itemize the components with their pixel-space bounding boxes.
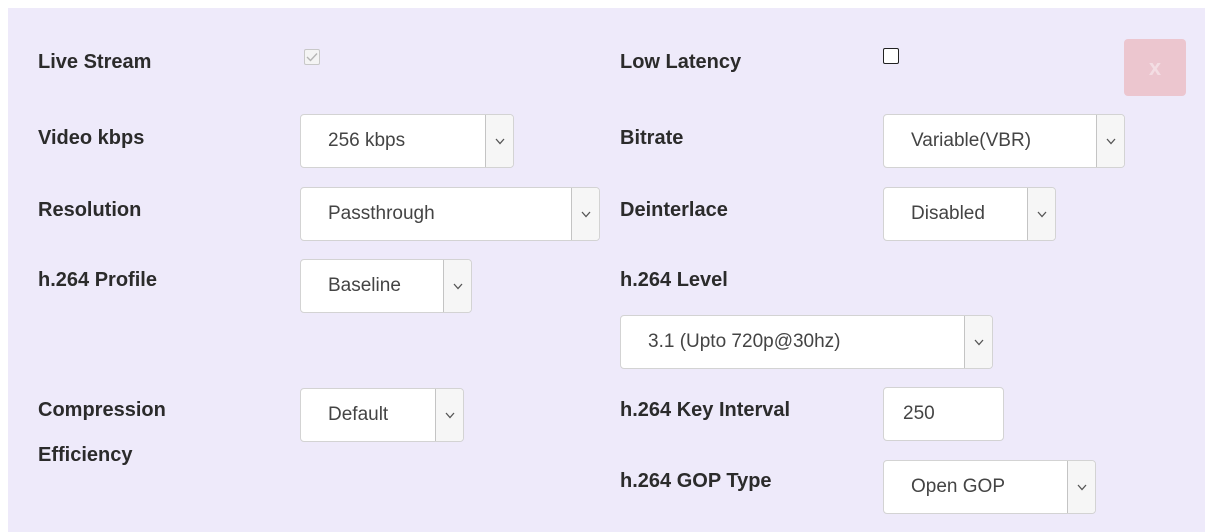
gop-type-select[interactable]: Open GOP: [883, 460, 1096, 514]
key-interval-input[interactable]: 250: [883, 387, 1004, 441]
settings-panel: [8, 8, 1205, 532]
compression-label-line2: Efficiency: [38, 444, 133, 466]
gop-type-label: h.264 GOP Type: [620, 470, 772, 492]
chevron-down-icon: [1067, 461, 1095, 513]
low-latency-checkbox[interactable]: [883, 48, 899, 64]
chevron-down-icon: [571, 188, 599, 240]
live-stream-checkbox[interactable]: [304, 49, 320, 65]
deinterlace-select[interactable]: Disabled: [883, 187, 1056, 241]
chevron-down-icon: [485, 115, 513, 167]
bitrate-select[interactable]: Variable(VBR): [883, 114, 1125, 168]
video-kbps-value: 256 kbps: [328, 130, 406, 151]
h264-profile-select[interactable]: Baseline: [300, 259, 472, 313]
h264-level-select[interactable]: 3.1 (Upto 720p@30hz): [620, 315, 993, 369]
bitrate-value: Variable(VBR): [911, 130, 1032, 151]
h264-profile-value: Baseline: [328, 275, 401, 296]
gop-type-value: Open GOP: [911, 476, 1005, 497]
compression-select[interactable]: Default: [300, 388, 464, 442]
resolution-label: Resolution: [38, 199, 142, 221]
live-stream-label: Live Stream: [38, 51, 152, 73]
check-icon: [306, 53, 318, 62]
video-kbps-select[interactable]: 256 kbps: [300, 114, 514, 168]
deinterlace-label: Deinterlace: [620, 199, 728, 221]
chevron-down-icon: [443, 260, 471, 312]
video-kbps-label: Video kbps: [38, 127, 145, 149]
deinterlace-value: Disabled: [911, 203, 985, 224]
chevron-down-icon: [1027, 188, 1055, 240]
low-latency-label: Low Latency: [620, 51, 742, 73]
h264-level-label: h.264 Level: [620, 269, 728, 291]
h264-profile-label: h.264 Profile: [38, 269, 157, 291]
chevron-down-icon: [964, 316, 992, 368]
key-interval-label: h.264 Key Interval: [620, 399, 791, 421]
close-icon: x: [1148, 54, 1162, 80]
resolution-value: Passthrough: [328, 203, 435, 224]
close-button[interactable]: x: [1124, 39, 1186, 96]
resolution-select[interactable]: Passthrough: [300, 187, 600, 241]
chevron-down-icon: [435, 389, 463, 441]
compression-label-line1: Compression: [38, 399, 166, 421]
bitrate-label: Bitrate: [620, 127, 684, 149]
compression-value: Default: [328, 404, 389, 425]
h264-level-value: 3.1 (Upto 720p@30hz): [648, 331, 841, 352]
chevron-down-icon: [1096, 115, 1124, 167]
